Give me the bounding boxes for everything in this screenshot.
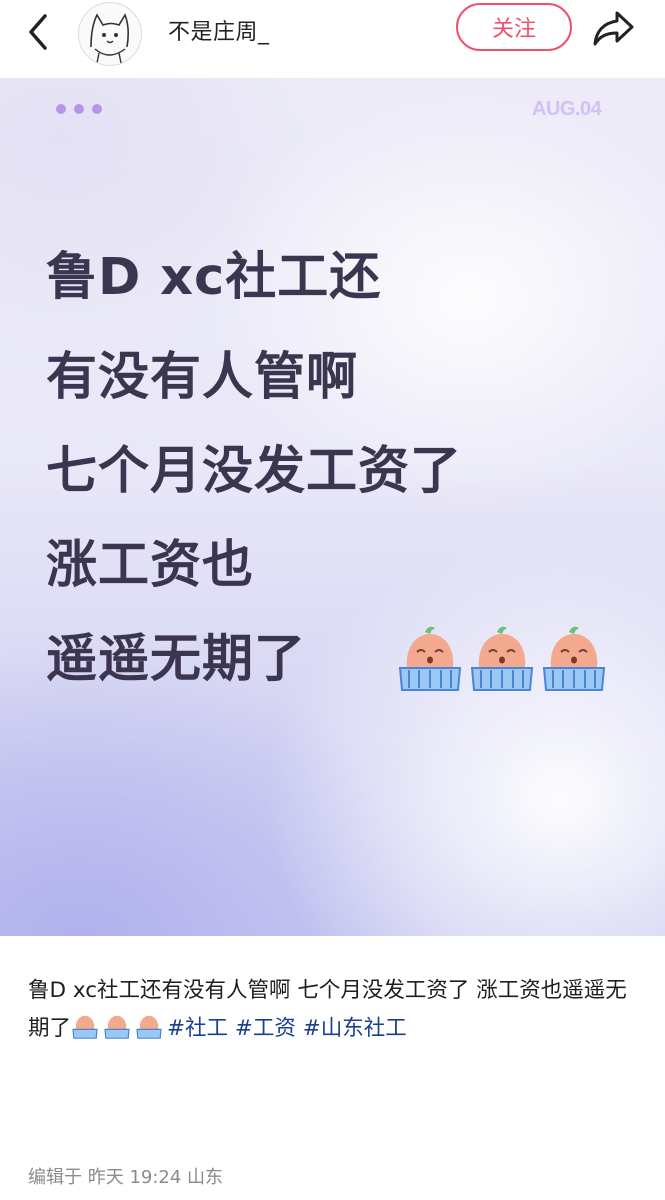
crying-emoji-icon bbox=[398, 626, 462, 691]
crying-emoji-icon bbox=[470, 626, 534, 691]
crying-emoji-group bbox=[395, 622, 609, 694]
crying-emoji-icon bbox=[542, 626, 606, 691]
hashtag-social-work[interactable]: #社工 bbox=[167, 1016, 228, 1041]
headline-line-3: 七个月没发工资了 bbox=[46, 442, 463, 501]
headline-line-4: 涨工资也 bbox=[46, 536, 255, 595]
headline-line-5: 遥遥无期了 bbox=[46, 630, 307, 689]
headline-text-1a: 鲁D xc bbox=[46, 248, 226, 307]
headline-text-1b: 还 bbox=[329, 248, 382, 307]
back-button[interactable] bbox=[16, 10, 60, 54]
headline-highlight: 社工 bbox=[225, 248, 330, 307]
hashtag-salary[interactable]: #工资 bbox=[235, 1016, 296, 1041]
headline-line-2: 有没有人管啊 bbox=[46, 348, 359, 407]
post-caption: 鲁D xc社工还有没有人管啊 七个月没发工资了 涨工资也遥遥无期了 #社工 #工… bbox=[28, 972, 640, 1052]
back-icon bbox=[29, 14, 47, 50]
username[interactable]: 不是庄周_ bbox=[168, 14, 270, 46]
crying-emoji-icon bbox=[71, 1011, 167, 1052]
share-button[interactable] bbox=[588, 6, 638, 50]
avatar[interactable] bbox=[78, 2, 142, 66]
share-icon bbox=[593, 11, 634, 46]
follow-button[interactable]: 关注 bbox=[456, 3, 572, 51]
edit-meta: 编辑于 昨天 19:24 山东 bbox=[28, 1167, 224, 1188]
date-label: AUG.04 bbox=[532, 98, 602, 120]
top-bar: 不是庄周_ 关注 bbox=[0, 0, 665, 78]
post-image[interactable]: AUG.04 鲁D xc社工还 有没有人管啊 七个月没发工资了 涨工资也 遥遥无… bbox=[0, 78, 665, 936]
headline-line-1: 鲁D xc社工还 bbox=[46, 248, 381, 308]
avatar-cat-sketch bbox=[90, 13, 130, 64]
dots-icon bbox=[56, 104, 102, 114]
hashtag-shandong-social-work[interactable]: #山东社工 bbox=[303, 1016, 407, 1041]
